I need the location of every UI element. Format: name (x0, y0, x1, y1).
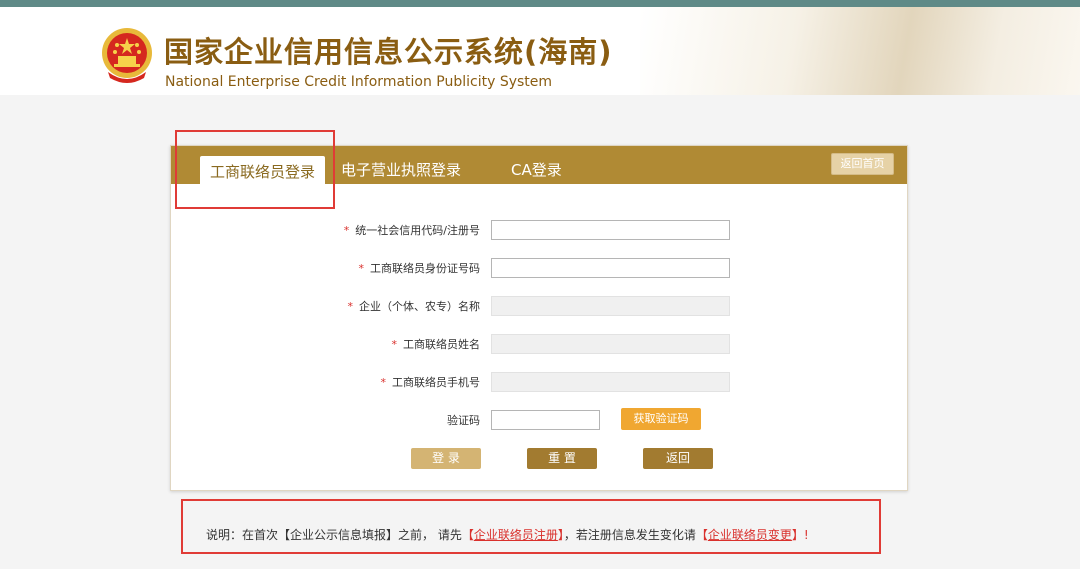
tab-ca-login[interactable]: CA登录 (511, 159, 562, 180)
liaison-name-input (491, 334, 730, 354)
header-mountain-image (640, 7, 1080, 95)
get-code-button[interactable]: 获取验证码 (621, 408, 701, 430)
back-home-button[interactable]: 返回首页 (831, 153, 894, 175)
captcha-label: 验证码 (447, 414, 480, 427)
note-suffix: 】! (791, 528, 809, 542)
required-mark: * (347, 300, 354, 313)
login-button[interactable]: 登 录 (411, 448, 481, 469)
company-name-label: * 企业（个体、农专）名称 (347, 300, 481, 313)
required-mark: * (343, 224, 350, 237)
required-mark: * (391, 338, 398, 351)
note-bracket-open: 【 (695, 528, 708, 542)
note-prefix: 说明：在首次【企业公示信息填报】之前， 请先 (206, 528, 462, 542)
company-name-input (491, 296, 730, 316)
liaison-phone-label: * 工商联络员手机号 (380, 376, 481, 389)
liaison-name-label: * 工商联络员姓名 (391, 338, 481, 351)
site-title: 国家企业信用信息公示系统(海南) (164, 35, 613, 69)
captcha-input[interactable] (491, 410, 600, 430)
registration-note: 说明：在首次【企业公示信息填报】之前， 请先【企业联络员注册】，若注册信息发生变… (206, 526, 809, 543)
liaison-change-link[interactable]: 企业联络员变更 (708, 528, 792, 542)
tab-e-license-login[interactable]: 电子营业执照登录 (341, 159, 461, 180)
back-button[interactable]: 返回 (643, 448, 713, 469)
highlight-box-tab (175, 130, 335, 209)
top-accent-bar (0, 0, 1080, 7)
note-bracket-open: 【 (461, 528, 474, 542)
required-mark: * (358, 262, 365, 275)
form-row-liaison-name: * 工商联络员姓名 (171, 334, 907, 354)
site-header: 国家企业信用信息公示系统(海南) National Enterprise Cre… (0, 7, 1080, 95)
liaison-phone-input (491, 372, 730, 392)
form-row-liaison-phone: * 工商联络员手机号 (171, 372, 907, 392)
national-emblem-icon (102, 28, 152, 83)
form-row-captcha: 验证码 获取验证码 (171, 408, 907, 430)
required-mark: * (380, 376, 387, 389)
form-row-id-number: * 工商联络员身份证号码 (171, 258, 907, 278)
reset-button[interactable]: 重 置 (527, 448, 597, 469)
form-row-credit-code: * 统一社会信用代码/注册号 (171, 220, 907, 240)
note-middle: ，若注册信息发生变化请 (563, 528, 696, 542)
liaison-register-link[interactable]: 企业联络员注册 (474, 528, 558, 542)
site-subtitle: National Enterprise Credit Information P… (165, 74, 553, 90)
id-number-label: * 工商联络员身份证号码 (358, 262, 481, 275)
form-row-company-name: * 企业（个体、农专）名称 (171, 296, 907, 316)
credit-code-input[interactable] (491, 220, 730, 240)
credit-code-label: * 统一社会信用代码/注册号 (343, 224, 480, 237)
id-number-input[interactable] (491, 258, 730, 278)
